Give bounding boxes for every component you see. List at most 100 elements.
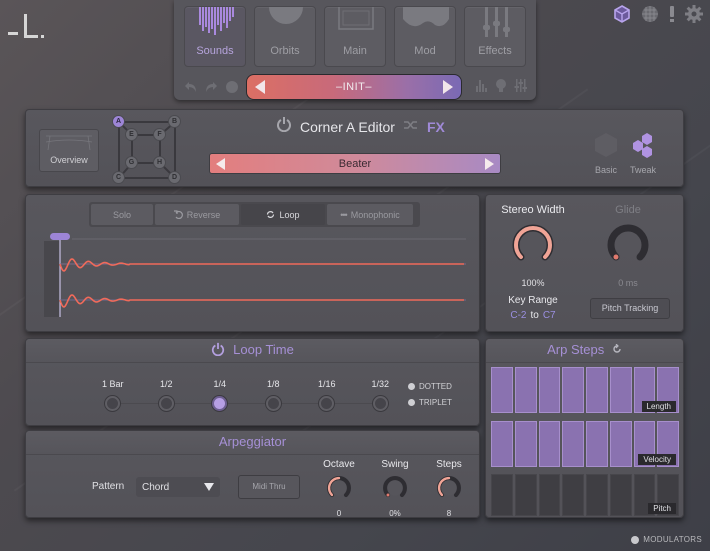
arp-step-cell[interactable] <box>586 421 608 467</box>
modulators-toggle[interactable]: MODULATORS <box>631 535 702 544</box>
dotted-label: DOTTED <box>419 382 452 391</box>
alert-icon[interactable] <box>668 4 676 24</box>
tab-effects[interactable]: Effects <box>464 6 526 67</box>
arp-step-cell[interactable] <box>562 367 584 413</box>
key-range-high[interactable]: C7 <box>543 310 556 321</box>
knob-body <box>331 480 347 496</box>
arp-step-cell[interactable] <box>514 421 537 467</box>
corner-node-h[interactable]: H <box>153 156 166 169</box>
swing-value: 0% <box>389 509 401 518</box>
midi-thru-button[interactable]: Midi Thru <box>238 475 300 499</box>
arp-step-cell[interactable] <box>491 474 513 516</box>
preset-name: –INIT– <box>335 81 372 93</box>
mixer-icon[interactable] <box>514 78 528 92</box>
tab-main[interactable]: Main <box>324 6 386 67</box>
radio-button[interactable] <box>158 396 174 411</box>
loop-time-header: Loop Time <box>26 342 479 357</box>
radio-button[interactable] <box>319 396 335 411</box>
main-icon <box>325 7 385 43</box>
playhead-handle[interactable] <box>50 233 70 240</box>
sound-selector[interactable]: Beater <box>209 153 501 174</box>
corner-node-a[interactable]: A <box>112 115 125 128</box>
glide-value: 0 ms <box>618 278 638 288</box>
key-range-low[interactable]: C-2 <box>510 310 526 321</box>
steps-knob[interactable] <box>435 474 463 502</box>
overview-button[interactable]: Overview <box>39 129 99 172</box>
radio-button[interactable] <box>372 396 388 411</box>
arp-step-cell[interactable] <box>491 367 513 413</box>
stereo-width-knob[interactable] <box>509 221 557 269</box>
dotted-option[interactable]: DOTTED <box>408 382 452 391</box>
loop-option-1-2[interactable]: 1/2 <box>140 379 194 411</box>
octave-knob[interactable] <box>325 474 353 502</box>
pattern-dropdown[interactable]: Chord <box>136 477 220 497</box>
globe-icon[interactable] <box>640 4 660 24</box>
corner-editor-header: Corner A Editor FX <box>276 116 445 137</box>
tab-sounds[interactable]: Sounds <box>184 6 246 67</box>
swing-knob[interactable] <box>381 474 409 502</box>
arp-step-cell[interactable] <box>586 474 608 516</box>
fx-button[interactable]: FX <box>427 119 445 135</box>
corner-node-f[interactable]: F <box>153 128 166 141</box>
head-icon[interactable] <box>494 78 508 92</box>
triplet-option[interactable]: TRIPLET <box>408 398 452 407</box>
arp-step-cell[interactable] <box>514 367 537 413</box>
reset-icon[interactable] <box>612 343 622 354</box>
arp-step-cell[interactable] <box>538 421 561 467</box>
undo-icon[interactable] <box>184 80 198 94</box>
arp-step-cell[interactable] <box>609 421 632 467</box>
reverse-toggle[interactable]: Reverse <box>155 204 239 225</box>
arp-step-cell[interactable] <box>609 474 632 516</box>
tab-orbits[interactable]: Orbits <box>254 6 316 67</box>
radio-button[interactable] <box>212 396 228 411</box>
shuffle-icon[interactable] <box>403 118 419 136</box>
pitch-tracking-button[interactable]: Pitch Tracking <box>590 298 670 319</box>
triangle-left-icon[interactable] <box>255 80 265 94</box>
triplet-dot <box>408 399 415 406</box>
mode-basic-button[interactable]: Basic <box>586 132 626 175</box>
arp-step-cell[interactable] <box>562 474 584 516</box>
option-label: 1/4 <box>213 379 226 389</box>
power-icon[interactable] <box>276 116 292 137</box>
waveform-display[interactable] <box>44 231 466 319</box>
arp-step-cell[interactable] <box>538 474 561 516</box>
preset-selector[interactable]: –INIT– <box>246 74 462 100</box>
loop-option-1-8[interactable]: 1/8 <box>247 379 301 411</box>
loop-option-1-bar[interactable]: 1 Bar <box>86 379 140 411</box>
radio-button[interactable] <box>105 396 121 411</box>
option-label: 1/16 <box>317 379 336 389</box>
triangle-right-icon[interactable] <box>442 80 453 94</box>
gear-icon[interactable] <box>684 4 704 24</box>
radio-button[interactable] <box>265 396 281 411</box>
knob-body <box>387 480 403 496</box>
corner-node-e[interactable]: E <box>125 128 138 141</box>
glide-knob[interactable] <box>604 221 652 269</box>
monophonic-toggle[interactable]: ••• Monophonic <box>327 204 413 225</box>
corner-node-g[interactable]: G <box>125 156 138 169</box>
solo-toggle[interactable]: Solo <box>91 204 153 225</box>
arp-step-cell[interactable] <box>586 367 608 413</box>
loop-option-1-32[interactable]: 1/32 <box>354 379 408 411</box>
triangle-left-icon[interactable] <box>216 157 225 170</box>
tab-mod[interactable]: Mod <box>394 6 456 67</box>
loop-option-1-4[interactable]: 1/4 <box>193 379 247 411</box>
corner-node-d[interactable]: D <box>168 171 181 184</box>
corner-node-b[interactable]: B <box>168 115 181 128</box>
mode-tweak-button[interactable]: Tweak <box>623 132 663 175</box>
histogram-icon[interactable] <box>474 78 488 92</box>
toggle-label: Solo <box>112 209 131 220</box>
arp-step-cell[interactable] <box>514 474 537 516</box>
power-icon[interactable] <box>211 342 225 357</box>
cube-icon[interactable] <box>612 4 632 24</box>
arp-step-cell[interactable] <box>538 367 561 413</box>
redo-icon[interactable] <box>204 80 218 94</box>
loop-toggle[interactable]: Loop <box>241 204 325 225</box>
arp-step-cell[interactable] <box>609 367 632 413</box>
loop-option-1-16[interactable]: 1/16 <box>300 379 354 411</box>
arp-step-cell[interactable] <box>562 421 584 467</box>
length-row-label: Length <box>641 401 676 412</box>
triangle-right-icon[interactable] <box>484 157 494 170</box>
corner-node-c[interactable]: C <box>112 171 125 184</box>
arp-step-cell[interactable] <box>491 421 513 467</box>
chat-icon[interactable] <box>224 80 238 94</box>
